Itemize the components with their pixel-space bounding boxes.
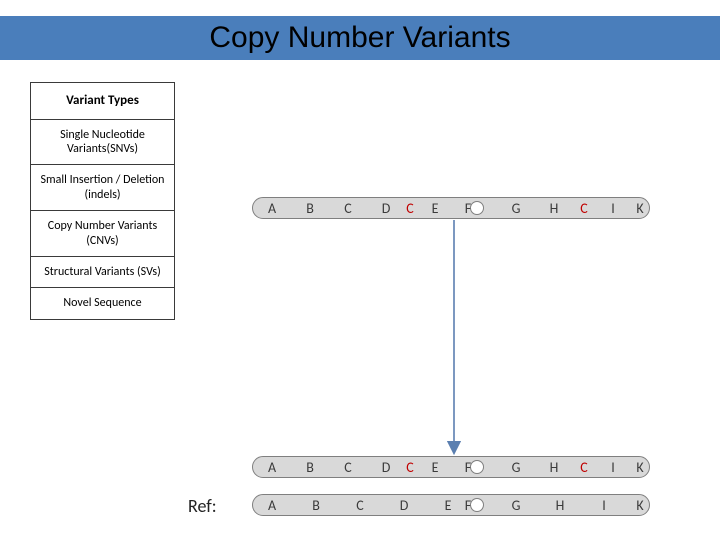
band-label: A [263,497,281,514]
band-label: G [507,200,525,217]
sidebar-item-snv[interactable]: Single Nucleotide Variants(SNVs) [31,120,174,166]
chromosome-variant-top: ABCDCEFGHCIK [252,197,650,219]
page-title: Copy Number Variants [209,21,510,55]
band-label: F [459,497,477,514]
band-label: F [459,459,477,476]
band-label: K [631,497,649,514]
band-label: A [263,200,281,217]
band-label: H [545,200,563,217]
band-label: D [377,459,395,476]
variant-types-sidebar: Variant Types Single Nucleotide Variants… [30,82,175,320]
band-label: B [307,497,325,514]
band-label: A [263,459,281,476]
band-label: I [595,497,613,514]
band-label: K [631,459,649,476]
sidebar-item-cnv[interactable]: Copy Number Variants (CNVs) [31,211,174,257]
band-label: C [351,497,369,514]
band-label: H [545,459,563,476]
sidebar-item-novel[interactable]: Novel Sequence [31,288,174,318]
band-label: H [551,497,569,514]
band-label: I [604,459,622,476]
band-label: C [401,459,419,476]
chromosome-reference: A B C D EF G H I K [252,494,650,516]
reference-label: Ref: [188,495,217,517]
band-label: I [604,200,622,217]
band-label: E [426,459,444,476]
sidebar-item-sv[interactable]: Structural Variants (SVs) [31,257,174,288]
band-label: B [301,459,319,476]
band-label: C [401,200,419,217]
band-label: C [575,200,593,217]
arrow-down-icon [441,218,467,458]
band-label: K [631,200,649,217]
band-label: C [575,459,593,476]
band-label: B [301,200,319,217]
chromosome-variant-middle: ABCDCEFGHCIK [252,456,650,478]
band-label: F [459,200,477,217]
sidebar-item-indels[interactable]: Small Insertion / Deletion (indels) [31,165,174,211]
band-label: D [395,497,413,514]
sidebar-header: Variant Types [31,83,174,120]
title-bar: Copy Number Variants [0,16,720,60]
band-label: C [339,200,357,217]
band-label: G [507,459,525,476]
band-label: C [339,459,357,476]
band-label: D [377,200,395,217]
band-label: G [507,497,525,514]
band-label: E [439,497,457,514]
band-label: E [426,200,444,217]
